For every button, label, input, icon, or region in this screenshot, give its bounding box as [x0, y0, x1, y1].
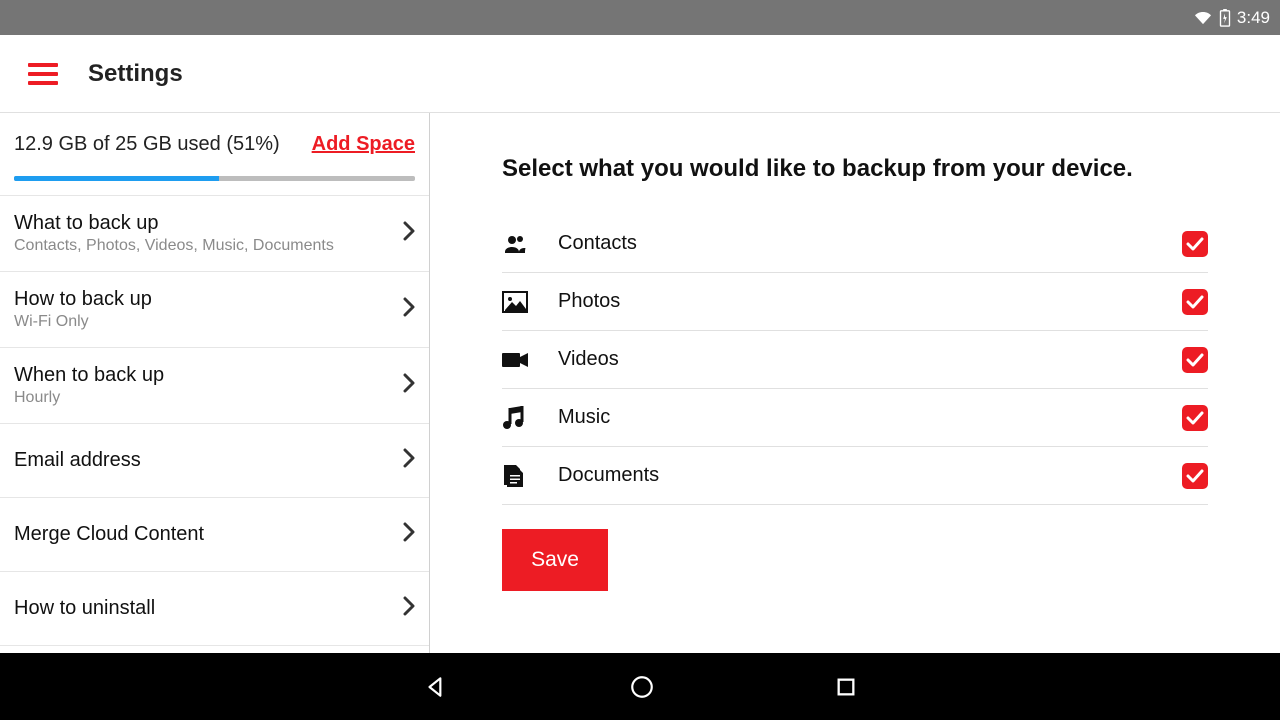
storage-progress	[14, 176, 415, 181]
home-button[interactable]	[629, 674, 655, 700]
storage-usage-text: 12.9 GB of 25 GB used (51%)	[14, 133, 280, 156]
backup-option-contacts: Contacts	[502, 215, 1208, 273]
sidebar-item-what-to-back-up[interactable]: What to back up Contacts, Photos, Videos…	[0, 196, 429, 272]
chevron-right-icon	[403, 448, 415, 474]
nav-item-title: How to uninstall	[14, 597, 155, 620]
checkbox-photos[interactable]	[1182, 289, 1208, 315]
sidebar: 12.9 GB of 25 GB used (51%) Add Space Wh…	[0, 113, 430, 653]
photos-icon	[502, 291, 546, 313]
nav-item-subtitle: Wi-Fi Only	[14, 313, 152, 331]
nav-item-subtitle: Contacts, Photos, Videos, Music, Documen…	[14, 237, 334, 255]
storage-panel: 12.9 GB of 25 GB used (51%) Add Space	[0, 113, 429, 196]
sidebar-item-how-to-back-up[interactable]: How to back up Wi-Fi Only	[0, 272, 429, 348]
option-label: Videos	[546, 348, 1182, 371]
videos-icon	[502, 351, 546, 369]
battery-charging-icon	[1219, 9, 1231, 27]
option-label: Music	[546, 406, 1182, 429]
contacts-icon	[502, 232, 546, 256]
sidebar-item-how-to-uninstall[interactable]: How to uninstall	[0, 572, 429, 646]
documents-icon	[502, 463, 546, 489]
sidebar-item-merge-cloud-content[interactable]: Merge Cloud Content	[0, 498, 429, 572]
checkbox-documents[interactable]	[1182, 463, 1208, 489]
sidebar-item-when-to-back-up[interactable]: When to back up Hourly	[0, 348, 429, 424]
nav-item-title: What to back up	[14, 212, 334, 235]
nav-item-title: Merge Cloud Content	[14, 523, 204, 546]
add-space-link[interactable]: Add Space	[312, 133, 415, 156]
status-bar: 3:49	[0, 0, 1280, 35]
status-time: 3:49	[1237, 8, 1270, 28]
menu-icon[interactable]	[28, 63, 58, 85]
option-label: Documents	[546, 464, 1182, 487]
storage-progress-fill	[14, 176, 219, 181]
page-title: Settings	[88, 60, 183, 88]
backup-option-photos: Photos	[502, 273, 1208, 331]
main-panel: Select what you would like to backup fro…	[430, 113, 1280, 653]
wifi-icon	[1193, 10, 1213, 26]
system-nav-bar	[0, 653, 1280, 720]
nav-item-title: When to back up	[14, 364, 164, 387]
checkbox-videos[interactable]	[1182, 347, 1208, 373]
sidebar-item-email-address[interactable]: Email address	[0, 424, 429, 498]
overview-button[interactable]	[835, 676, 857, 698]
app-bar: Settings	[0, 35, 1280, 113]
chevron-right-icon	[403, 297, 415, 323]
chevron-right-icon	[403, 221, 415, 247]
save-button[interactable]: Save	[502, 529, 608, 591]
checkbox-contacts[interactable]	[1182, 231, 1208, 257]
nav-item-title: How to back up	[14, 288, 152, 311]
backup-option-music: Music	[502, 389, 1208, 447]
chevron-right-icon	[403, 522, 415, 548]
option-label: Photos	[546, 290, 1182, 313]
nav-item-subtitle: Hourly	[14, 389, 164, 407]
chevron-right-icon	[403, 373, 415, 399]
chevron-right-icon	[403, 596, 415, 622]
nav-item-title: Email address	[14, 449, 141, 472]
backup-option-documents: Documents	[502, 447, 1208, 505]
backup-option-videos: Videos	[502, 331, 1208, 389]
music-icon	[502, 405, 546, 431]
checkbox-music[interactable]	[1182, 405, 1208, 431]
back-button[interactable]	[423, 674, 449, 700]
main-heading: Select what you would like to backup fro…	[502, 155, 1208, 183]
option-label: Contacts	[546, 232, 1182, 255]
